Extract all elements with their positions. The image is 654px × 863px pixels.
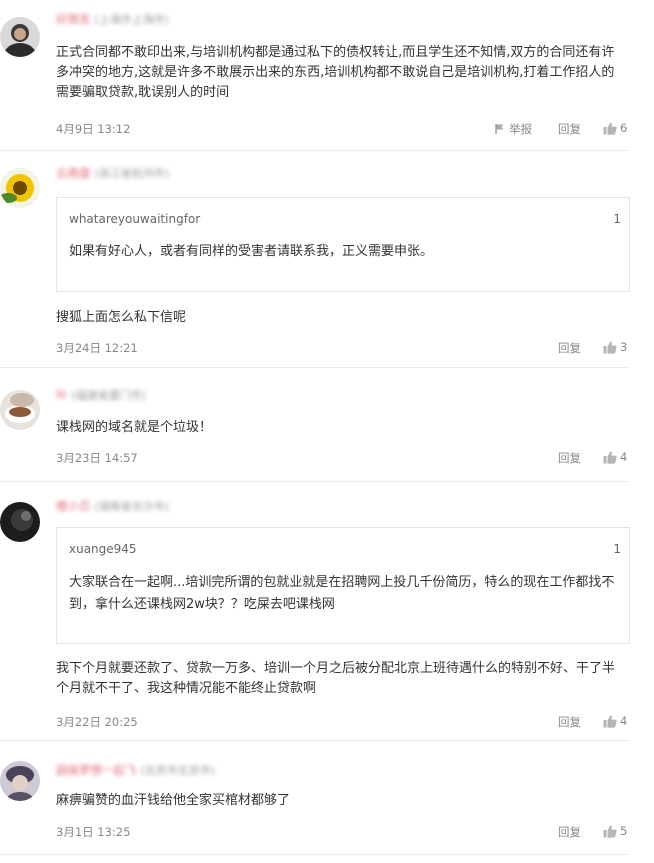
username[interactable]: 楼小芯 (56, 499, 91, 513)
quoted-username[interactable]: whatareyouwaitingfor (69, 212, 200, 226)
comment-item: 超级梦想一起飞 (北京市北京市) 麻痹骗赞的血汗钱给他全家买棺材都够了 3月1日 … (0, 741, 654, 854)
comment-date: 3月23日 14:57 (56, 451, 138, 465)
comment-meta: 超级梦想一起飞 (北京市北京市) (56, 763, 215, 777)
comment-date: 3月1日 13:25 (56, 825, 131, 839)
comment-footer: 3月22日 20:25 回复 4 (56, 714, 628, 730)
like-button[interactable]: 3 (603, 340, 627, 354)
username[interactable]: 云南盘 (56, 166, 91, 180)
comment-meta: 好朋友 (上海市上海市) (56, 12, 169, 26)
comment-date: 3月22日 20:25 (56, 715, 138, 729)
reply-label: 回复 (558, 715, 581, 729)
reply-label: 回复 (558, 341, 581, 355)
username[interactable]: 好朋友 (56, 12, 91, 26)
like-count: 4 (620, 714, 628, 728)
reply-label: 回复 (558, 825, 581, 839)
report-label: 举报 (509, 122, 532, 136)
comment-date: 3月24日 12:21 (56, 341, 138, 355)
user-location: (上海市上海市) (94, 13, 170, 26)
thumbs-up-icon (603, 715, 617, 728)
comment-footer: 3月1日 13:25 回复 5 (56, 824, 628, 840)
comment-footer: 3月24日 12:21 回复 3 (56, 340, 628, 356)
user-location: (浙江省杭州市) (94, 167, 170, 180)
quoted-comment: whatareyouwaitingfor 1 如果有好心人，或者有同样的受害者请… (56, 197, 630, 292)
comment-text: 我下个月就要还款了、贷款一万多、培训一个月之后被分配北京上班待遇什么的特别不好、… (56, 661, 616, 696)
thumbs-up-icon (603, 825, 617, 838)
comment-item: 楼小芯 (湖南省长沙市) xuange945 1 大家联合在一起啊...培训完所谓… (0, 482, 654, 740)
thumbs-up-icon (603, 341, 617, 354)
reply-button[interactable]: 回复 (558, 340, 581, 356)
comment-text: 搜狐上面怎么私下信呢 (56, 310, 187, 325)
user-location: (北京市北京市) (140, 764, 216, 777)
reply-label: 回复 (558, 122, 581, 136)
reply-label: 回复 (558, 451, 581, 465)
user-avatar[interactable] (0, 502, 40, 542)
like-count: 6 (620, 121, 628, 135)
like-button[interactable]: 5 (603, 824, 627, 838)
reply-button[interactable]: 回复 (558, 824, 581, 840)
quoted-floor-number: 1 (613, 542, 621, 556)
quoted-username[interactable]: xuange945 (69, 542, 137, 556)
like-button[interactable]: 4 (603, 714, 627, 728)
user-location: (湖南省长沙市) (94, 500, 170, 513)
thumbs-up-icon (603, 451, 617, 464)
comment-date: 4月9日 13:12 (56, 122, 131, 136)
reply-button[interactable]: 回复 (558, 450, 581, 466)
user-avatar[interactable] (0, 17, 40, 57)
comment-item: 叶 (福建省厦门市) 课栈网的域名就是个垃圾！ 3月23日 14:57 回复 4 (0, 368, 654, 481)
thumbs-up-icon (603, 122, 617, 135)
user-avatar[interactable] (0, 168, 40, 208)
quoted-text: 如果有好心人，或者有同样的受害者请联系我，正义需要申张。 (69, 244, 434, 259)
comment-meta: 叶 (福建省厦门市) (56, 388, 146, 402)
like-count: 3 (620, 340, 628, 354)
username[interactable]: 叶 (56, 388, 68, 402)
comment-text: 麻痹骗赞的血汗钱给他全家买棺材都够了 (56, 793, 291, 808)
report-button[interactable]: 举报 (494, 121, 532, 137)
comment-text: 课栈网的域名就是个垃圾！ (56, 420, 213, 435)
quoted-floor-number: 1 (613, 212, 621, 226)
quoted-text: 大家联合在一起啊...培训完所谓的包就业就是在招聘网上投几千份简历，特么的现在工… (69, 575, 615, 612)
reply-button[interactable]: 回复 (558, 121, 581, 137)
comment-meta: 楼小芯 (湖南省长沙市) (56, 499, 169, 513)
reply-button[interactable]: 回复 (558, 714, 581, 730)
quoted-comment: xuange945 1 大家联合在一起啊...培训完所谓的包就业就是在招聘网上投… (56, 527, 630, 644)
user-avatar[interactable] (0, 390, 40, 430)
comment-meta: 云南盘 (浙江省杭州市) (56, 166, 169, 180)
comment-item: 好朋友 (上海市上海市) 正式合同都不敢印出来,与培训机构都是通过私下的债权转让,… (0, 0, 654, 150)
comment-divider (0, 854, 630, 855)
like-count: 4 (620, 450, 628, 464)
comment-item: 云南盘 (浙江省杭州市) whatareyouwaitingfor 1 如果有好心… (0, 151, 654, 366)
user-avatar[interactable] (0, 761, 40, 801)
comment-footer: 3月23日 14:57 回复 4 (56, 450, 628, 466)
username[interactable]: 超级梦想一起飞 (56, 763, 137, 777)
like-count: 5 (620, 824, 628, 838)
comment-text: 正式合同都不敢印出来,与培训机构都是通过私下的债权转让,而且学生还不知情,双方的… (56, 45, 615, 100)
comment-footer: 4月9日 13:12 举报 回复 6 (56, 121, 628, 137)
flag-icon (495, 124, 504, 134)
like-button[interactable]: 6 (603, 121, 627, 135)
user-location: (福建省厦门市) (71, 389, 147, 402)
like-button[interactable]: 4 (603, 450, 627, 464)
